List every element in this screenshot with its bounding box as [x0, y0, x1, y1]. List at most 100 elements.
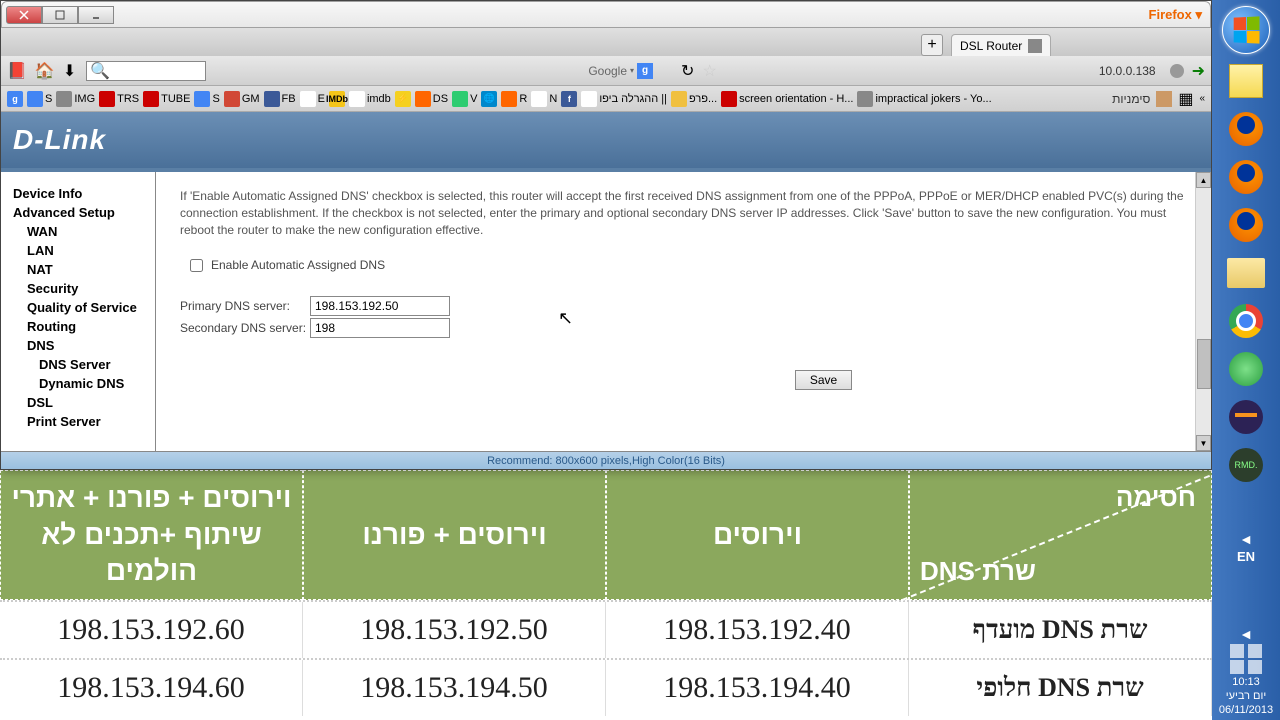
bookmark-label: S: [45, 93, 52, 105]
bookmarks-grid-icon[interactable]: ▦: [1178, 89, 1193, 109]
tray-expand-icon[interactable]: ◄: [1239, 626, 1253, 642]
sidebar-item-dsl[interactable]: DSL: [13, 393, 155, 412]
bookmark-favicon-icon: [581, 91, 597, 107]
scroll-down-button[interactable]: ▼: [1196, 435, 1211, 451]
bookmark-favicon-icon: g: [7, 91, 23, 107]
maximize-button[interactable]: [42, 6, 78, 24]
dlink-header: D-Link: [1, 112, 1211, 172]
taskbar-eclipse-icon[interactable]: [1225, 396, 1267, 438]
bookmarks-folder-icon[interactable]: [1156, 91, 1172, 107]
search-engine-label: Google: [588, 64, 627, 78]
bookmark-item[interactable]: TRS: [99, 91, 139, 107]
table-header-col2: וירוסים + פורנו: [303, 470, 606, 600]
browser-tab[interactable]: DSL Router: [951, 34, 1051, 56]
taskbar-app-icon[interactable]: [1225, 348, 1267, 390]
sidebar-item-wan[interactable]: WAN: [13, 222, 155, 241]
bookmark-item[interactable]: GM: [224, 91, 260, 107]
browser-window: Firefox ▾ + DSL Router 📕 🏠 ⬇ 🔍 Google ▾ …: [0, 0, 1212, 470]
bookmark-item[interactable]: S: [27, 91, 52, 107]
bookmark-item[interactable]: TUBE: [143, 91, 190, 107]
taskbar-firefox-icon[interactable]: [1225, 204, 1267, 246]
sidebar-item-dynamic-dns[interactable]: Dynamic DNS: [13, 374, 155, 393]
taskbar-folder-icon[interactable]: [1225, 252, 1267, 294]
save-button[interactable]: Save: [795, 370, 852, 390]
sidebar-item-routing[interactable]: Routing: [13, 317, 155, 336]
sidebar-item-dns-server[interactable]: DNS Server: [13, 355, 155, 374]
tray-expand-icon[interactable]: ◄: [1239, 531, 1253, 547]
bookmark-label: E: [318, 93, 325, 105]
sidebar-item-lan[interactable]: LAN: [13, 241, 155, 260]
bookmarks-label[interactable]: סימניות: [1112, 92, 1150, 106]
auto-dns-label: Enable Automatic Assigned DNS: [211, 258, 385, 272]
home-icon[interactable]: 🏠: [35, 61, 55, 81]
tray-misc-icon[interactable]: [1248, 660, 1262, 674]
sidebar-item-qos[interactable]: Quality of Service: [13, 298, 155, 317]
sidebar-item-device-info[interactable]: Device Info: [13, 184, 155, 203]
go-arrow-icon[interactable]: ➜: [1192, 61, 1205, 81]
bookmark-favicon-icon: 🌐: [481, 91, 497, 107]
minimize-button[interactable]: [78, 6, 114, 24]
secondary-dns-input[interactable]: [310, 318, 450, 338]
tray-time[interactable]: 10:13: [1232, 676, 1260, 688]
taskbar-notepad-icon[interactable]: [1225, 60, 1267, 102]
bookmark-item[interactable]: IMG: [56, 91, 95, 107]
primary-dns-input[interactable]: [310, 296, 450, 316]
router-main-pane: If 'Enable Automatic Assigned DNS' check…: [156, 172, 1211, 451]
bookmark-label: FB: [282, 93, 296, 105]
tray-network-icon[interactable]: [1230, 644, 1244, 658]
scroll-up-button[interactable]: ▲: [1196, 172, 1211, 188]
sidebar-item-dns[interactable]: DNS: [13, 336, 155, 355]
auto-dns-checkbox[interactable]: [190, 259, 203, 272]
sidebar-item-print-server[interactable]: Print Server: [13, 412, 155, 431]
bookmark-item[interactable]: V: [452, 91, 477, 107]
scroll-thumb[interactable]: [1197, 339, 1211, 389]
tray-language[interactable]: EN: [1237, 549, 1255, 564]
site-identity-icon[interactable]: [1170, 64, 1184, 78]
dns-help-text: If 'Enable Automatic Assigned DNS' check…: [180, 188, 1187, 238]
taskbar-firefox-icon[interactable]: [1225, 156, 1267, 198]
sidebar-item-security[interactable]: Security: [13, 279, 155, 298]
taskbar-firefox-icon[interactable]: [1225, 108, 1267, 150]
bookmark-bar: סימניות ▦ « gSIMGTRSTUBESGMFBEIMDbimdb⚡D…: [1, 86, 1211, 112]
bookmark-item[interactable]: 🌐: [481, 91, 497, 107]
bookmark-item[interactable]: f: [561, 91, 577, 107]
router-sidebar: Device Info Advanced Setup WAN LAN NAT S…: [1, 172, 156, 451]
bookmark-item[interactable]: DS: [415, 91, 448, 107]
url-display: 10.0.0.138: [1099, 64, 1156, 78]
bookmark-item[interactable]: IMDb: [329, 91, 345, 107]
bookmark-item[interactable]: imdb: [349, 91, 391, 107]
start-button[interactable]: [1222, 6, 1270, 54]
bookmark-item[interactable]: ⚡: [395, 91, 411, 107]
bookmark-item[interactable]: N: [531, 91, 557, 107]
sidebar-item-nat[interactable]: NAT: [13, 260, 155, 279]
bookmark-label: GM: [242, 93, 260, 105]
sidebar-item-advanced-setup[interactable]: Advanced Setup: [13, 203, 155, 222]
history-icon[interactable]: 📕: [7, 61, 27, 81]
bookmark-item[interactable]: g: [7, 91, 23, 107]
google-icon: g: [637, 63, 653, 79]
reload-icon[interactable]: ↻: [681, 61, 694, 81]
taskbar-app-icon[interactable]: RMD.: [1225, 444, 1267, 486]
star-icon[interactable]: ☆: [702, 61, 716, 81]
new-tab-button[interactable]: +: [921, 34, 943, 56]
tray-volume-icon[interactable]: [1230, 660, 1244, 674]
search-box[interactable]: 🔍: [86, 61, 206, 81]
bookmark-favicon-icon: [194, 91, 210, 107]
close-button[interactable]: [6, 6, 42, 24]
download-icon[interactable]: ⬇: [63, 61, 76, 81]
tray-security-icon[interactable]: [1248, 644, 1262, 658]
bookmark-item[interactable]: screen orientation - H...: [721, 91, 853, 107]
bookmark-item[interactable]: ההגרלה ביפו ||: [581, 91, 667, 107]
bookmark-favicon-icon: [452, 91, 468, 107]
bookmark-favicon-icon: ⚡: [395, 91, 411, 107]
vertical-scrollbar[interactable]: ▲ ▼: [1195, 172, 1211, 451]
bookmark-item[interactable]: E: [300, 91, 325, 107]
bookmark-item[interactable]: FB: [264, 91, 296, 107]
table-row: 198.153.194.60 198.153.194.50 198.153.19…: [0, 658, 1212, 716]
bookmark-item[interactable]: impractical jokers - Yo...: [857, 91, 991, 107]
bookmark-item[interactable]: פרפ...: [671, 91, 717, 107]
bookmark-item[interactable]: R: [501, 91, 527, 107]
bookmark-item[interactable]: S: [194, 91, 219, 107]
bookmarks-more-icon[interactable]: «: [1199, 93, 1205, 104]
taskbar-chrome-icon[interactable]: [1225, 300, 1267, 342]
